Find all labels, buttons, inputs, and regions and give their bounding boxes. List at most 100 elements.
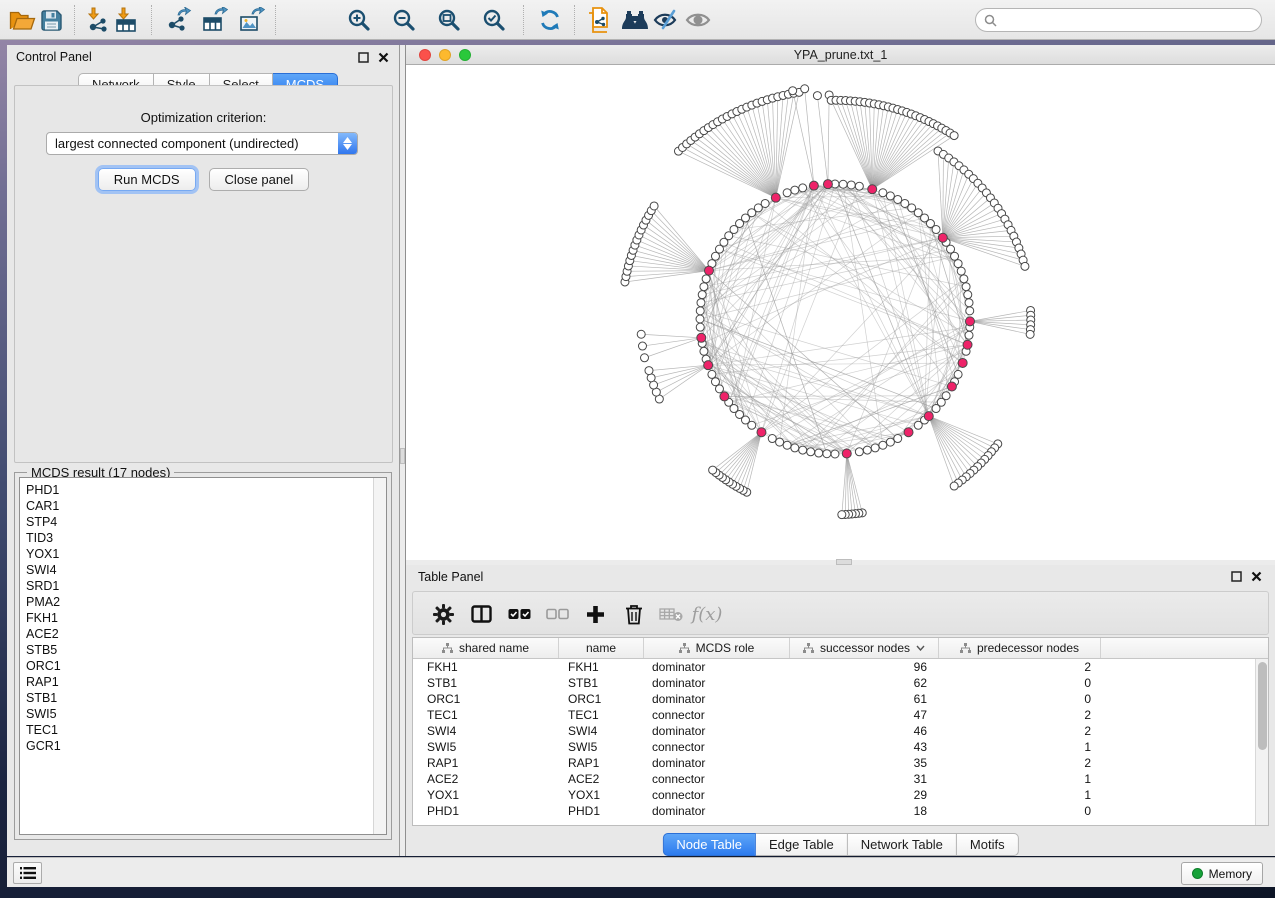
cell[interactable]: 35 [790, 756, 939, 770]
mcds-result-item[interactable]: TEC1 [26, 722, 370, 738]
save-session-icon[interactable] [33, 3, 69, 37]
mcds-result-item[interactable]: SWI5 [26, 706, 370, 722]
deselect-all-icon[interactable] [541, 599, 573, 629]
task-history-button[interactable] [13, 862, 42, 884]
table-row[interactable]: STB1STB1dominator620 [413, 675, 1255, 691]
table-row[interactable]: SWI4SWI4dominator462 [413, 723, 1255, 739]
add-column-icon[interactable] [579, 599, 611, 629]
mcds-result-item[interactable]: ORC1 [26, 658, 370, 674]
cell[interactable]: 1 [939, 740, 1101, 754]
network-canvas[interactable] [406, 65, 1275, 560]
cell[interactable]: STB1 [559, 676, 644, 690]
cell[interactable]: 1 [939, 788, 1101, 802]
export-network-icon[interactable] [160, 3, 196, 37]
table-row[interactable]: YOX1YOX1connector291 [413, 787, 1255, 803]
cell[interactable]: PHD1 [559, 804, 644, 818]
cell[interactable]: ACE2 [413, 772, 559, 786]
cell[interactable]: 46 [790, 724, 939, 738]
close-panel-icon[interactable] [1250, 570, 1263, 583]
table-row[interactable]: ORC1ORC1dominator610 [413, 691, 1255, 707]
cell[interactable]: dominator [644, 660, 790, 674]
cell[interactable]: RAP1 [559, 756, 644, 770]
table-row[interactable]: ACE2ACE2connector311 [413, 771, 1255, 787]
cell[interactable]: 18 [790, 804, 939, 818]
cell[interactable]: YOX1 [413, 788, 559, 802]
table-scrollbar-thumb[interactable] [1258, 662, 1267, 750]
cell[interactable]: FKH1 [559, 660, 644, 674]
ring-nodes[interactable] [621, 85, 1035, 519]
network-from-file-icon[interactable] [580, 3, 616, 37]
tab-network-table[interactable]: Network Table [848, 833, 957, 856]
mcds-result-item[interactable]: RAP1 [26, 674, 370, 690]
table-row[interactable]: FKH1FKH1dominator962 [413, 659, 1255, 675]
refresh-layout-icon[interactable] [532, 3, 568, 37]
cell[interactable]: 31 [790, 772, 939, 786]
cell[interactable]: 0 [939, 692, 1101, 706]
mcds-result-item[interactable]: STP4 [26, 514, 370, 530]
zoom-in-icon[interactable] [341, 3, 377, 37]
mcds-result-item[interactable]: ACE2 [26, 626, 370, 642]
mcds-result-item[interactable]: PMA2 [26, 594, 370, 610]
cell[interactable]: connector [644, 708, 790, 722]
cell[interactable]: SWI5 [413, 740, 559, 754]
cell[interactable]: 1 [939, 772, 1101, 786]
export-image-icon[interactable] [233, 3, 269, 37]
cell[interactable]: ORC1 [559, 692, 644, 706]
zoom-selected-icon[interactable] [476, 3, 512, 37]
column-header-predecessor-nodes[interactable]: predecessor nodes [939, 638, 1101, 658]
float-panel-icon[interactable] [1230, 570, 1243, 583]
cell[interactable]: dominator [644, 724, 790, 738]
float-panel-icon[interactable] [357, 51, 370, 64]
tab-edge-table[interactable]: Edge Table [756, 833, 848, 856]
mcds-result-item[interactable]: FKH1 [26, 610, 370, 626]
cell[interactable]: 43 [790, 740, 939, 754]
cell[interactable]: 2 [939, 660, 1101, 674]
cell[interactable]: 2 [939, 756, 1101, 770]
mcds-result-list[interactable]: PHD1CAR1STP4TID3YOX1SWI4SRD1PMA2FKH1ACE2… [19, 477, 387, 835]
column-header-name[interactable]: name [559, 638, 644, 658]
mcds-result-item[interactable]: STB1 [26, 690, 370, 706]
export-table-icon[interactable] [196, 3, 232, 37]
column-header-shared-name[interactable]: shared name [413, 638, 559, 658]
column-header-MCDS-role[interactable]: MCDS role [644, 638, 790, 658]
delete-column-icon[interactable] [618, 599, 650, 629]
visual-style-icon[interactable] [648, 3, 684, 37]
tab-node-table[interactable]: Node Table [662, 833, 756, 856]
cell[interactable]: PHD1 [413, 804, 559, 818]
cell[interactable]: YOX1 [559, 788, 644, 802]
cell[interactable]: TEC1 [413, 708, 559, 722]
cell[interactable]: 0 [939, 676, 1101, 690]
cell[interactable]: 0 [939, 804, 1101, 818]
cell[interactable]: 2 [939, 724, 1101, 738]
zoom-fit-icon[interactable] [431, 3, 467, 37]
network-search-box[interactable] [975, 8, 1262, 32]
cell[interactable]: 29 [790, 788, 939, 802]
mcds-result-item[interactable]: YOX1 [26, 546, 370, 562]
table-settings-gear-icon[interactable] [427, 599, 459, 629]
close-panel-icon[interactable] [377, 51, 390, 64]
function-builder-icon[interactable]: f(x) [691, 599, 723, 629]
mcds-result-item[interactable]: GCR1 [26, 738, 370, 754]
cell[interactable]: dominator [644, 692, 790, 706]
memory-button[interactable]: Memory [1181, 862, 1263, 885]
import-table-icon[interactable] [108, 3, 144, 37]
cell[interactable]: SWI5 [559, 740, 644, 754]
optimization-criterion-select[interactable]: largest connected component (undirected) [46, 132, 358, 155]
mcds-result-item[interactable]: SRD1 [26, 578, 370, 594]
table-row[interactable]: TEC1TEC1connector472 [413, 707, 1255, 723]
search-input[interactable] [1002, 13, 1253, 28]
cell[interactable]: RAP1 [413, 756, 559, 770]
table-row[interactable]: RAP1RAP1dominator352 [413, 755, 1255, 771]
cell[interactable]: connector [644, 788, 790, 802]
close-panel-button[interactable]: Close panel [209, 168, 310, 191]
cell[interactable]: STB1 [413, 676, 559, 690]
cell[interactable]: 61 [790, 692, 939, 706]
run-mcds-button[interactable]: Run MCDS [98, 168, 196, 191]
mcds-result-item[interactable]: CAR1 [26, 498, 370, 514]
cell[interactable]: 96 [790, 660, 939, 674]
zoom-out-icon[interactable] [386, 3, 422, 37]
vertical-splitter-grip[interactable] [400, 448, 405, 464]
cell[interactable]: TEC1 [559, 708, 644, 722]
cell[interactable]: 47 [790, 708, 939, 722]
table-row[interactable]: PHD1PHD1dominator180 [413, 803, 1255, 819]
